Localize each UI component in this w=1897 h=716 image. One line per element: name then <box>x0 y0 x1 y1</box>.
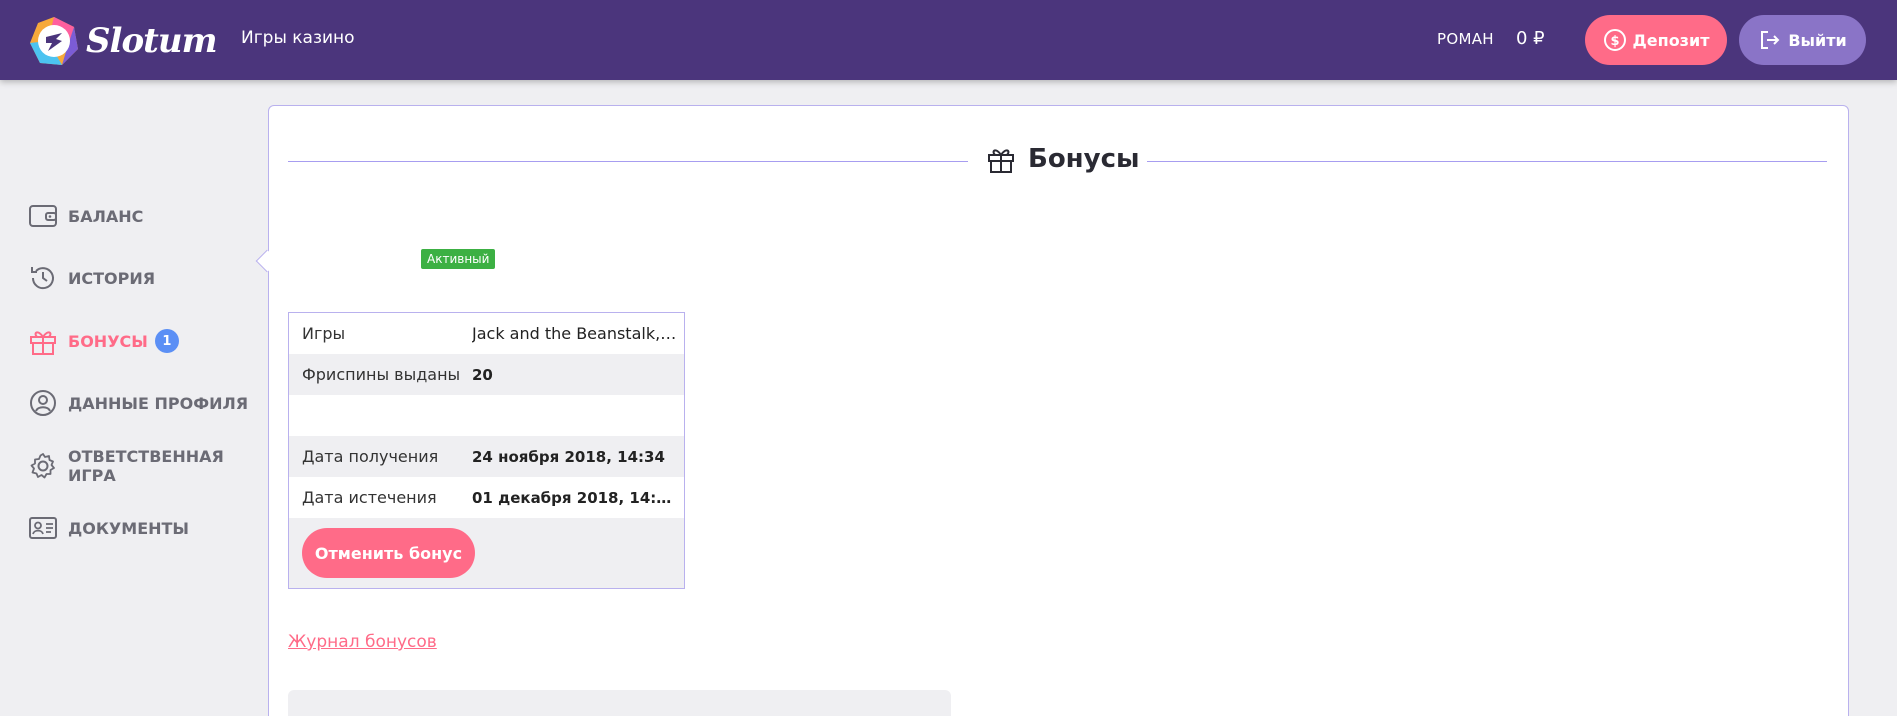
table-row: Игры Jack and the Beanstalk, Jack and th… <box>289 313 684 354</box>
logout-label: Выйти <box>1788 30 1847 50</box>
bonus-details-table: Игры Jack and the Beanstalk, Jack and th… <box>288 312 685 589</box>
row-value: 01 декабря 2018, 14:35 <box>472 488 677 507</box>
table-row: Дата истечения 01 декабря 2018, 14:35 <box>289 477 684 518</box>
bonus-journal-link[interactable]: Журнал бонусов <box>288 632 437 652</box>
wallet-icon <box>28 201 58 231</box>
row-label: Дата получения <box>302 447 439 466</box>
sidebar-item-bonuses[interactable]: БОНУСЫ 1 <box>28 321 179 361</box>
dollar-circle-icon: $ <box>1603 29 1626 51</box>
sidebar-item-responsible-gaming[interactable]: ОТВЕТСТВЕННАЯ ИГРА <box>28 446 262 486</box>
deposit-label: Депозит <box>1632 30 1710 50</box>
sidebar-item-label: БАЛАНС <box>68 206 144 226</box>
table-row: Дата получения 24 ноября 2018, 14:34 <box>289 436 684 477</box>
top-header: Slotum Игры казино РОМАН 0 ₽ $ Депозит В… <box>0 0 1897 80</box>
logo-text: Slotum <box>86 21 218 61</box>
sidebar-item-label: ОТВЕТСТВЕННАЯ ИГРА <box>68 447 224 485</box>
gift-icon <box>988 149 1014 173</box>
page-title-text: Бонусы <box>1028 144 1140 174</box>
sidebar-item-documents[interactable]: ДОКУМЕНТЫ <box>28 508 189 548</box>
logo-mark-icon <box>28 15 80 67</box>
row-label: Игры <box>302 324 346 343</box>
user-icon <box>28 388 58 418</box>
logout-icon <box>1761 31 1780 49</box>
cancel-bonus-button[interactable]: Отменить бонус <box>302 528 475 578</box>
content-block <box>288 690 951 716</box>
sidebar-item-label: ДОКУМЕНТЫ <box>68 518 189 538</box>
user-balance: 0 ₽ <box>1516 28 1545 49</box>
sidebar-item-label: ИСТОРИЯ <box>68 268 156 288</box>
nav-casino-games[interactable]: Игры казино <box>241 28 355 48</box>
table-row <box>289 395 684 436</box>
history-icon <box>28 263 58 293</box>
sidebar-item-label: БОНУСЫ <box>68 331 148 351</box>
row-label: Фриспины выданы <box>302 365 461 384</box>
table-row: Фриспины выданы 20 <box>289 354 684 395</box>
user-name[interactable]: РОМАН <box>1437 30 1494 48</box>
page-title: Бонусы <box>986 144 1140 174</box>
bonus-count-badge: 1 <box>154 329 179 353</box>
id-card-icon <box>28 513 58 543</box>
row-value: 24 ноября 2018, 14:34 <box>472 447 665 466</box>
row-value: Jack and the Beanstalk, Jack and the Bea… <box>472 324 677 343</box>
status-badge: Активный <box>421 249 496 269</box>
title-divider-left <box>288 161 968 162</box>
gear-icon <box>28 451 58 481</box>
title-divider-right <box>1147 161 1827 162</box>
logo[interactable]: Slotum <box>28 14 218 68</box>
row-label: Дата истечения <box>302 488 437 507</box>
sidebar-item-label: ДАННЫЕ ПРОФИЛЯ <box>68 393 249 413</box>
svg-text:$: $ <box>1610 34 1619 49</box>
gift-icon <box>28 326 58 356</box>
row-value: 20 <box>472 365 493 384</box>
sidebar-item-history[interactable]: ИСТОРИЯ <box>28 258 155 298</box>
deposit-button[interactable]: $ Депозит <box>1585 15 1727 65</box>
sidebar-item-balance[interactable]: БАЛАНС <box>28 196 143 236</box>
sidebar-item-profile[interactable]: ДАННЫЕ ПРОФИЛЯ <box>28 383 248 423</box>
logout-button[interactable]: Выйти <box>1739 15 1866 65</box>
